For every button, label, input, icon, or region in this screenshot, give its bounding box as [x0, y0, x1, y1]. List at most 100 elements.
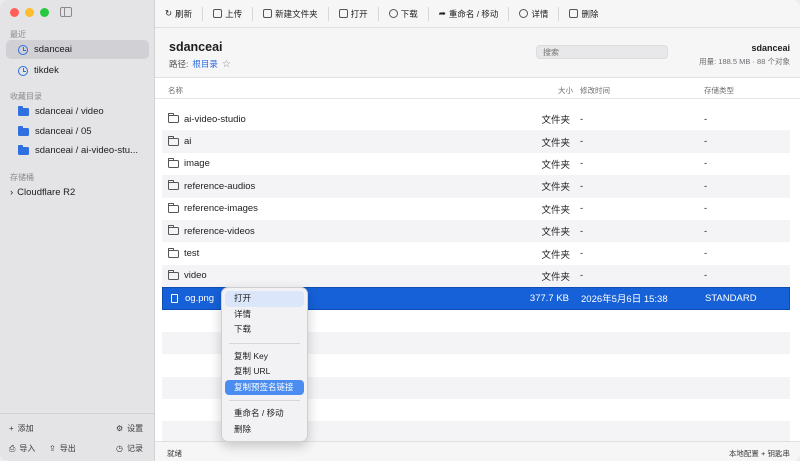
new-folder-button[interactable]: 新建文件夹 — [259, 5, 322, 23]
sidebar: 最近 sdanceai tikdek 收藏目录 sdanceai / video… — [0, 0, 155, 461]
row-name: image — [184, 158, 210, 170]
sidebar-item-cloudflare-r2[interactable]: › Cloudflare R2 — [10, 187, 75, 198]
path-label: 路径: — [169, 59, 189, 69]
open-button[interactable]: 打开 — [335, 5, 372, 23]
file-icon — [171, 293, 178, 303]
row-size: 文件夹 — [541, 249, 570, 261]
upload-icon — [213, 9, 223, 18]
toolbar-divider — [377, 6, 379, 21]
export-button[interactable]: ⇪ 导出 — [49, 443, 76, 454]
rename-move-button[interactable]: ➦ 重命名 / 移动 — [435, 5, 503, 23]
menu-item-delete[interactable]: 删除 — [225, 422, 304, 438]
row-class: - — [704, 113, 708, 125]
refresh-button[interactable]: ↻ 刷新 — [161, 5, 196, 23]
toolbar-divider — [508, 6, 510, 21]
rename-move-label: 重命名 / 移动 — [448, 8, 499, 19]
delete-button[interactable]: 删除 — [565, 5, 602, 23]
status-text: 就绪 — [167, 449, 182, 458]
column-header-name[interactable]: 名称 — [168, 85, 183, 96]
sidebar-item-label: sdanceai / ai-video-stu... — [35, 145, 138, 156]
menu-item-details[interactable]: 详情 — [225, 307, 304, 323]
clock-icon — [18, 44, 28, 55]
row-modified: - — [580, 158, 584, 170]
sidebar-toggle-icon[interactable] — [60, 7, 72, 17]
folder-icon — [168, 247, 179, 258]
row-name: ai — [184, 136, 192, 148]
sidebar-item-favorite-video[interactable]: sdanceai / video — [6, 102, 149, 121]
table-row[interactable]: reference-videos 文件夹 - - — [162, 219, 790, 243]
folder-icon — [18, 144, 29, 155]
sidebar-item-favorite-05[interactable]: sdanceai / 05 — [6, 122, 149, 141]
row-size: 文件夹 — [541, 159, 570, 171]
toolbar: ↻ 刷新 上传 新建文件夹 打开 下载 ➦ 重命名 / 移动 详情 删除 — [155, 0, 800, 28]
trash-icon — [569, 9, 579, 18]
table-row[interactable]: reference-images 文件夹 - - — [162, 198, 790, 220]
toolbar-divider — [327, 6, 329, 21]
table-header: 名称 大小 修改时间 存储类型 — [155, 79, 800, 99]
minimize-window-button[interactable] — [25, 8, 34, 17]
upload-button[interactable]: 上传 — [209, 5, 246, 23]
breadcrumb-root-link[interactable]: 根目录 — [192, 58, 218, 70]
chevron-right-icon: › — [10, 187, 14, 198]
column-header-class[interactable]: 存储类型 — [704, 85, 734, 96]
account-name: sdanceai — [751, 43, 790, 53]
row-name: video — [184, 270, 207, 282]
search-input[interactable] — [536, 45, 668, 59]
open-label: 打开 — [350, 8, 368, 19]
table-row[interactable]: reference-audios 文件夹 - - — [162, 175, 790, 198]
logs-button[interactable]: ◷ 记录 — [116, 443, 143, 454]
menu-item-copy-url[interactable]: 复制 URL — [225, 364, 304, 380]
add-button[interactable]: + 添加 — [9, 423, 34, 434]
menu-item-open[interactable]: 打开 — [225, 291, 304, 307]
gear-icon: ⚙ — [116, 424, 124, 433]
close-window-button[interactable] — [10, 8, 19, 17]
export-label: 导出 — [59, 444, 76, 453]
upload-label: 上传 — [225, 8, 243, 19]
table-row[interactable]: video 文件夹 - - — [162, 264, 790, 288]
toolbar-divider — [558, 6, 560, 21]
import-button[interactable]: ⎙ 导入 — [9, 443, 35, 454]
row-size: 文件夹 — [541, 115, 570, 127]
download-button[interactable]: 下载 — [385, 5, 422, 23]
refresh-label: 刷新 — [175, 8, 193, 19]
section-label-favorites: 收藏目录 — [10, 92, 42, 101]
plus-icon: + — [9, 424, 14, 433]
row-modified: - — [580, 248, 584, 260]
row-modified: - — [580, 113, 584, 125]
table-row[interactable]: ai-video-studio 文件夹 - - — [162, 108, 790, 130]
menu-item-copy-presigned-link[interactable]: 复制预签名链接 — [225, 379, 304, 395]
sidebar-item-tikdek[interactable]: tikdek — [6, 61, 149, 80]
folder-icon — [18, 105, 29, 116]
menu-item-download[interactable]: 下载 — [225, 322, 304, 338]
sidebar-item-label: sdanceai / 05 — [35, 126, 92, 137]
table-row[interactable]: ai 文件夹 - - — [162, 130, 790, 153]
table-row[interactable]: test 文件夹 - - — [162, 242, 790, 264]
folder-icon — [168, 269, 179, 280]
clock-icon — [18, 65, 28, 76]
details-button[interactable]: 详情 — [515, 5, 552, 23]
sidebar-item-favorite-ai-video-studio[interactable]: sdanceai / ai-video-stu... — [6, 141, 149, 160]
sidebar-item-sdanceai[interactable]: sdanceai — [6, 40, 149, 59]
section-label-storage: 存储桶 — [10, 173, 34, 182]
column-header-modified[interactable]: 修改时间 — [580, 85, 610, 96]
import-icon: ⎙ — [9, 443, 16, 453]
menu-divider — [229, 342, 300, 344]
folder-icon — [168, 157, 179, 168]
row-class: - — [704, 225, 708, 237]
table-row[interactable]: image 文件夹 - - — [162, 153, 790, 175]
settings-button[interactable]: ⚙ 设置 — [116, 423, 143, 434]
row-size: 文件夹 — [541, 271, 570, 283]
zoom-window-button[interactable] — [40, 8, 49, 17]
row-size: 文件夹 — [541, 137, 570, 149]
menu-item-copy-key[interactable]: 复制 Key — [225, 349, 304, 365]
row-modified: 2026年5月6日 15:38 — [581, 294, 668, 306]
sidebar-item-label: sdanceai / video — [35, 106, 104, 117]
row-class: - — [704, 248, 708, 260]
star-icon[interactable]: ☆ — [222, 59, 231, 70]
sidebar-footer: + 添加 ⚙ 设置 ⎙ 导入 ⇪ 导出 ◷ 记录 — [0, 413, 155, 461]
status-bar: 就绪 本地配置 + 钥匙串 — [155, 441, 800, 461]
menu-item-rename-move[interactable]: 重命名 / 移动 — [225, 406, 304, 422]
add-label: 添加 — [17, 424, 34, 433]
column-header-size[interactable]: 大小 — [558, 85, 573, 96]
delete-label: 删除 — [581, 8, 599, 19]
